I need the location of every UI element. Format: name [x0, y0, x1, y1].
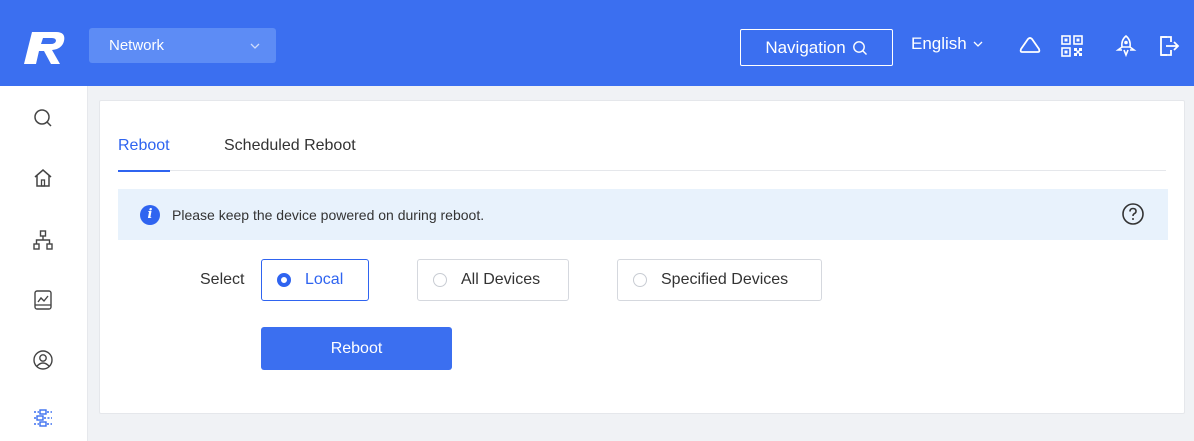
chevron-down-icon	[250, 43, 260, 49]
radio-all-devices[interactable]: All Devices	[417, 259, 569, 301]
network-select-value: Network	[109, 37, 165, 54]
info-alert: i Please keep the device powered on duri…	[118, 189, 1168, 240]
reboot-panel: Reboot Scheduled Reboot i Please keep th…	[99, 100, 1185, 414]
monitor-icon[interactable]	[31, 288, 55, 312]
network-select[interactable]: Network	[89, 28, 276, 63]
info-icon: i	[140, 204, 160, 225]
rocket-icon[interactable]	[1114, 34, 1138, 58]
top-header: Network Navigation English	[0, 0, 1194, 86]
radio-label: Specified Devices	[661, 271, 789, 288]
user-icon[interactable]	[31, 348, 55, 372]
navigation-button[interactable]: Navigation	[740, 29, 893, 66]
home-icon[interactable]	[31, 166, 55, 190]
logout-icon[interactable]	[1157, 34, 1181, 58]
select-label: Select	[200, 271, 245, 288]
alert-message: Please keep the device powered on during…	[172, 206, 485, 223]
radio-button[interactable]	[633, 273, 647, 287]
brand-logo-icon[interactable]	[20, 24, 70, 68]
tab-reboot[interactable]: Reboot	[118, 137, 170, 172]
settings-icon[interactable]	[31, 406, 55, 430]
reboot-button[interactable]: Reboot	[261, 327, 452, 370]
chevron-down-icon	[973, 41, 983, 47]
language-select[interactable]: English	[911, 34, 984, 54]
radio-local[interactable]: Local	[261, 259, 369, 301]
qr-code-icon[interactable]	[1060, 34, 1084, 58]
radio-specified-devices[interactable]: Specified Devices	[617, 259, 822, 301]
search-icon	[852, 40, 867, 55]
tab-scheduled-reboot[interactable]: Scheduled Reboot	[224, 137, 356, 171]
radio-button[interactable]	[433, 273, 447, 287]
help-icon[interactable]	[1121, 202, 1145, 226]
sidebar	[0, 86, 88, 441]
navigation-label: Navigation	[765, 37, 846, 57]
search-icon[interactable]	[31, 106, 55, 130]
radio-label: Local	[305, 271, 344, 288]
topology-icon[interactable]	[31, 228, 55, 252]
tab-bar: Reboot Scheduled Reboot	[118, 137, 1166, 172]
radio-button[interactable]	[277, 273, 291, 287]
cloud-icon[interactable]	[1018, 34, 1042, 58]
radio-label: All Devices	[461, 271, 541, 288]
language-label: English	[911, 34, 967, 53]
